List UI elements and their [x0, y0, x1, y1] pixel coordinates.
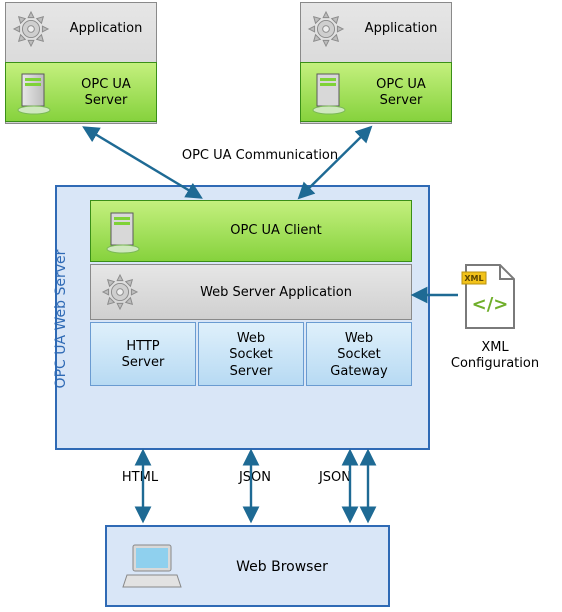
arrow-server1-client — [85, 128, 200, 197]
arrows-layer — [0, 0, 562, 612]
arrow-server2-client — [300, 128, 370, 197]
